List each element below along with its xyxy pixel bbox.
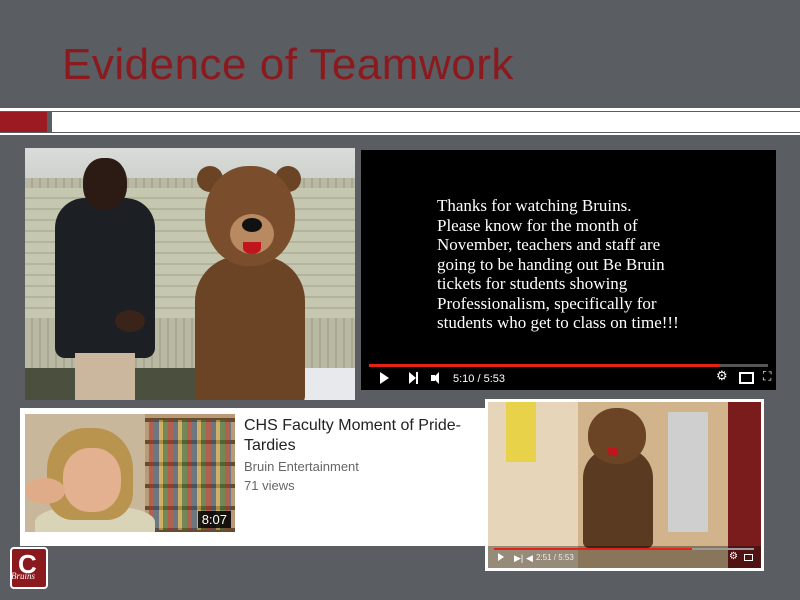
thumbnail-person-hand: [25, 478, 65, 504]
fullscreen-icon[interactable]: ⛶: [763, 370, 771, 382]
video-controls: 5:10 / 5:53 ⚙ ⛶: [361, 364, 776, 390]
bear-nose: [242, 218, 262, 232]
title-divider-line-bottom: [0, 133, 800, 135]
slide-title: Evidence of Teamwork: [62, 40, 514, 89]
video-card-title[interactable]: CHS Faculty Moment of Pride- Tardies: [244, 416, 494, 456]
video-time: 5:10 / 5:53: [453, 373, 505, 385]
thumbnail-person-face: [63, 448, 121, 512]
video-player-small[interactable]: ▶| ◀ 2:51 / 5:53 ⚙: [485, 399, 764, 571]
bear-tongue-small: [608, 448, 618, 456]
video-card[interactable]: 8:07 CHS Faculty Moment of Pride- Tardie…: [20, 408, 502, 546]
slide: Evidence of Teamwork Thanks for watching…: [0, 0, 800, 600]
title-divider-line: [0, 108, 800, 111]
theater-mode-button[interactable]: [739, 372, 754, 384]
teacher-head: [83, 158, 127, 210]
theater-mode-icon: [739, 372, 754, 384]
play-icon-small: [498, 553, 504, 561]
video-small-time: 2:51 / 5:53: [536, 553, 574, 562]
video-thumbnail[interactable]: 8:07: [25, 414, 235, 532]
video-player-main[interactable]: Thanks for watching Bruins. Please know …: [361, 150, 776, 390]
school-logo: C Bruins: [10, 547, 48, 589]
classroom-window: [668, 412, 708, 532]
play-button-small[interactable]: [498, 553, 504, 561]
volume-icon: [431, 372, 443, 384]
video-card-views: 71 views: [244, 478, 295, 493]
bear-tongue: [243, 242, 261, 254]
gear-icon-small[interactable]: ⚙: [729, 551, 738, 563]
accent-bar-red: [0, 112, 47, 132]
video-progress-fill: [369, 364, 719, 367]
classroom-sign: [506, 402, 536, 462]
bear-mascot-figure: [175, 166, 325, 400]
classroom-door: [728, 402, 761, 568]
video-small-controls: ▶| ◀ 2:51 / 5:53 ⚙: [488, 546, 761, 568]
video-small-frame: ▶| ◀ 2:51 / 5:53 ⚙: [488, 402, 761, 568]
gear-icon[interactable]: ⚙: [716, 369, 728, 382]
teacher-figure: [45, 158, 155, 400]
next-icon-small[interactable]: ▶|: [514, 552, 523, 564]
theater-mode-icon-small[interactable]: [744, 554, 753, 561]
photo-teacher-with-mascot: [25, 148, 355, 400]
teacher-jacket: [55, 198, 155, 358]
accent-bar-white: [52, 112, 800, 132]
next-icon: [409, 372, 419, 384]
bear-head-small: [588, 408, 646, 464]
video-message-text: Thanks for watching Bruins. Please know …: [437, 196, 679, 332]
video-small-progress-fill: [494, 548, 692, 550]
logo-script: Bruins: [11, 571, 36, 581]
volume-icon-small[interactable]: ◀: [526, 552, 533, 564]
bear-mascot-doorway: [578, 408, 658, 548]
bear-body: [195, 256, 305, 400]
teacher-pants: [75, 353, 135, 400]
video-duration-badge: 8:07: [197, 511, 231, 528]
video-card-channel[interactable]: Bruin Entertainment: [244, 459, 359, 474]
play-icon: [380, 372, 389, 384]
play-button[interactable]: [380, 372, 389, 384]
teacher-hand: [115, 310, 145, 332]
